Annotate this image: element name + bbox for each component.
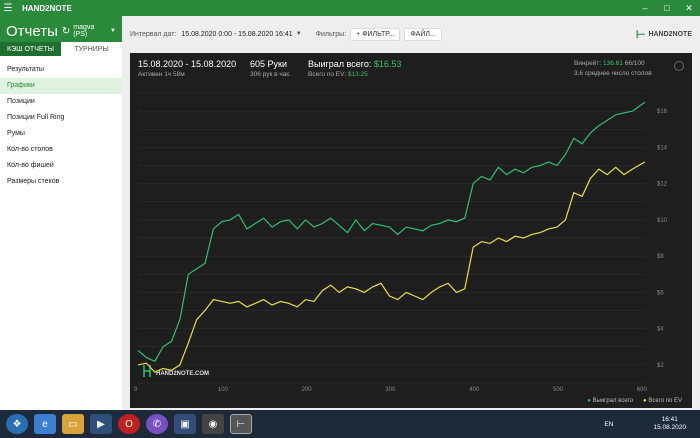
legend-label: Выиграл всего (592, 398, 634, 404)
winrate-value: 136.61 (603, 60, 623, 67)
y-tick-label: $6 (657, 290, 664, 296)
sidebar-header: Отчеты ↻ magva (PS) ▼ КЭШ ОТЧЕТЫ ТУРНИРЫ (0, 16, 122, 58)
opera-icon[interactable]: O (118, 414, 140, 434)
stats-header: 15.08.2020 - 15.08.2020 Активен 1ч 58м 6… (138, 59, 684, 85)
profit-chart[interactable]: $2 $4 $6 $8 $10 $12 $14 $16 0 100 200 300 400 500 600 H… (130, 53, 692, 408)
won-block: Выиграл всего: $16.53 Всего по EV: $13.2… (308, 59, 401, 78)
system-tray: EN 16:41 15.08.2020 (604, 416, 686, 432)
filter-button-label: ФИЛЬТР... (362, 30, 395, 38)
clock[interactable]: 16:41 15.08.2020 (653, 416, 686, 432)
hamburger-menu-icon[interactable]: ☰ (0, 3, 16, 14)
won-total-label: Выиграл всего: (308, 59, 372, 69)
close-button[interactable]: ✕ (678, 3, 700, 14)
hands-per-hour: 306 рук в час (250, 71, 290, 78)
ev-total-label: Всего по EV: (308, 71, 347, 78)
watermark-text: HAND2NOTE.COM (156, 371, 209, 377)
y-tick-label: $2 (657, 363, 664, 369)
filter-bar: Интервал дат: 15.08.2020 0:00 - 15.08.20… (122, 16, 700, 52)
sidebar-item-positions[interactable]: Позиции (0, 94, 122, 110)
clock-date: 15.08.2020 (653, 424, 686, 431)
series-line-1 (137, 161, 646, 373)
sidebar-item-table-count[interactable]: Кол-во столов (0, 142, 122, 158)
logo-text: HAND2NOTE (648, 30, 692, 38)
sidebar-item-chip-count[interactable]: Кол-во фишей (0, 158, 122, 174)
sidebar-tabs: КЭШ ОТЧЕТЫ ТУРНИРЫ (0, 42, 122, 58)
chevron-down-icon[interactable]: ▼ (110, 28, 116, 34)
active-duration: Активен 1ч 58м (138, 71, 185, 78)
obs-icon[interactable]: ◉ (202, 414, 224, 434)
legend-won-total[interactable]: ● Выиграл всего (587, 398, 633, 404)
interval-label: Интервал дат: (130, 30, 177, 38)
y-tick-label: $12 (657, 182, 668, 188)
sidebar-list: Результаты Графики Позиции Позиции Full … (0, 58, 122, 190)
won-total-value: $16.53 (373, 59, 402, 69)
clock-time: 16:41 (661, 416, 678, 423)
x-tick-label: 500 (553, 387, 564, 393)
hands-count: 605 Руки (250, 59, 287, 69)
file-button[interactable]: ФАЙЛ... (404, 27, 442, 41)
media-icon[interactable]: ▶ (90, 414, 112, 434)
date-range: 15.08.2020 - 15.08.2020 (138, 59, 237, 69)
gear-icon[interactable] (674, 61, 684, 71)
x-tick-label: 0 (134, 387, 138, 393)
filters-label: Фильтры: (315, 30, 347, 38)
x-tick-label: 100 (218, 387, 229, 393)
y-tick-label: $10 (657, 218, 668, 224)
x-tick-label: 300 (385, 387, 396, 393)
tab-cash-reports[interactable]: КЭШ ОТЧЕТЫ (0, 42, 61, 58)
x-tick-label: 200 (302, 387, 313, 393)
player-selector[interactable]: magva (PS) (73, 24, 107, 38)
minimize-button[interactable]: – (634, 3, 656, 14)
chart-legend: ● Выиграл всего ● Всего по EV (577, 398, 682, 404)
hands-block: 605 Руки 306 рук в час (250, 59, 290, 78)
date-range-block: 15.08.2020 - 15.08.2020 Активен 1ч 58м (138, 59, 236, 78)
graph-panel: $2 $4 $6 $8 $10 $12 $14 $16 0 100 200 300 400 500 600 H… (130, 53, 692, 408)
viber-icon[interactable]: ✆ (146, 414, 168, 434)
save-icon[interactable]: ▣ (174, 414, 196, 434)
windows-taskbar: ❖ e ▭ ▶ O ✆ ▣ ◉ ⊢ EN 16:41 15.08.2020 (0, 410, 700, 438)
chevron-down-icon[interactable]: ▼ (296, 31, 302, 37)
maximize-button[interactable]: □ (656, 3, 678, 14)
language-indicator[interactable]: EN (604, 421, 613, 428)
legend-label: Всего по EV (648, 398, 682, 404)
sidebar-item-positions-full-ring[interactable]: Позиции Full Ring (0, 110, 122, 126)
sidebar: Отчеты ↻ magva (PS) ▼ КЭШ ОТЧЕТЫ ТУРНИРЫ… (0, 16, 122, 410)
y-tick-label: $16 (657, 109, 668, 115)
filter-button[interactable]: + ФИЛЬТР... (350, 27, 401, 41)
legend-ev-total[interactable]: ● Всего по EV (643, 398, 682, 404)
winrate-block: Винрейт: 136.61 66/100 3.6 среднее число… (574, 59, 652, 79)
folder-icon[interactable]: ▭ (62, 414, 84, 434)
title-bar: ☰ HAND2NOTE – □ ✕ (0, 0, 700, 16)
sidebar-item-results[interactable]: Результаты (0, 62, 122, 78)
sidebar-item-rooms[interactable]: Румы (0, 126, 122, 142)
winrate-unit: 66/100 (624, 60, 645, 67)
hand2note-logo-icon: ⊢ (635, 28, 646, 41)
y-tick-label: $14 (657, 145, 668, 151)
sidebar-item-stack-sizes[interactable]: Размеры стеков (0, 174, 122, 190)
y-tick-label: $4 (657, 327, 664, 333)
ev-total-value: $13.25 (347, 71, 368, 78)
refresh-icon[interactable]: ↻ (62, 26, 70, 37)
main-area: Интервал дат: 15.08.2020 0:00 - 15.08.20… (122, 16, 700, 410)
tab-tournaments[interactable]: ТУРНИРЫ (61, 42, 122, 58)
sidebar-title: Отчеты (6, 22, 58, 40)
hand2note-taskbar-icon[interactable]: ⊢ (230, 414, 252, 434)
ie-icon[interactable]: e (34, 414, 56, 434)
brand-logo: ⊢ HAND2NOTE (636, 28, 692, 41)
y-tick-label: $8 (657, 254, 664, 260)
app-title: HAND2NOTE (22, 3, 72, 13)
sidebar-item-graphs[interactable]: Графики (0, 78, 122, 94)
window-controls: – □ ✕ (634, 3, 700, 14)
x-tick-label: 400 (469, 387, 480, 393)
winrate-label: Винрейт: (574, 60, 602, 67)
series-line-0 (137, 101, 646, 363)
x-tick-label: 600 (637, 387, 648, 393)
avg-tables: 3.6 среднее число столов (574, 70, 652, 77)
interval-selector[interactable]: 15.08.2020 0:00 - 15.08.2020 16:41 (181, 31, 292, 38)
start-icon[interactable]: ❖ (6, 414, 28, 434)
